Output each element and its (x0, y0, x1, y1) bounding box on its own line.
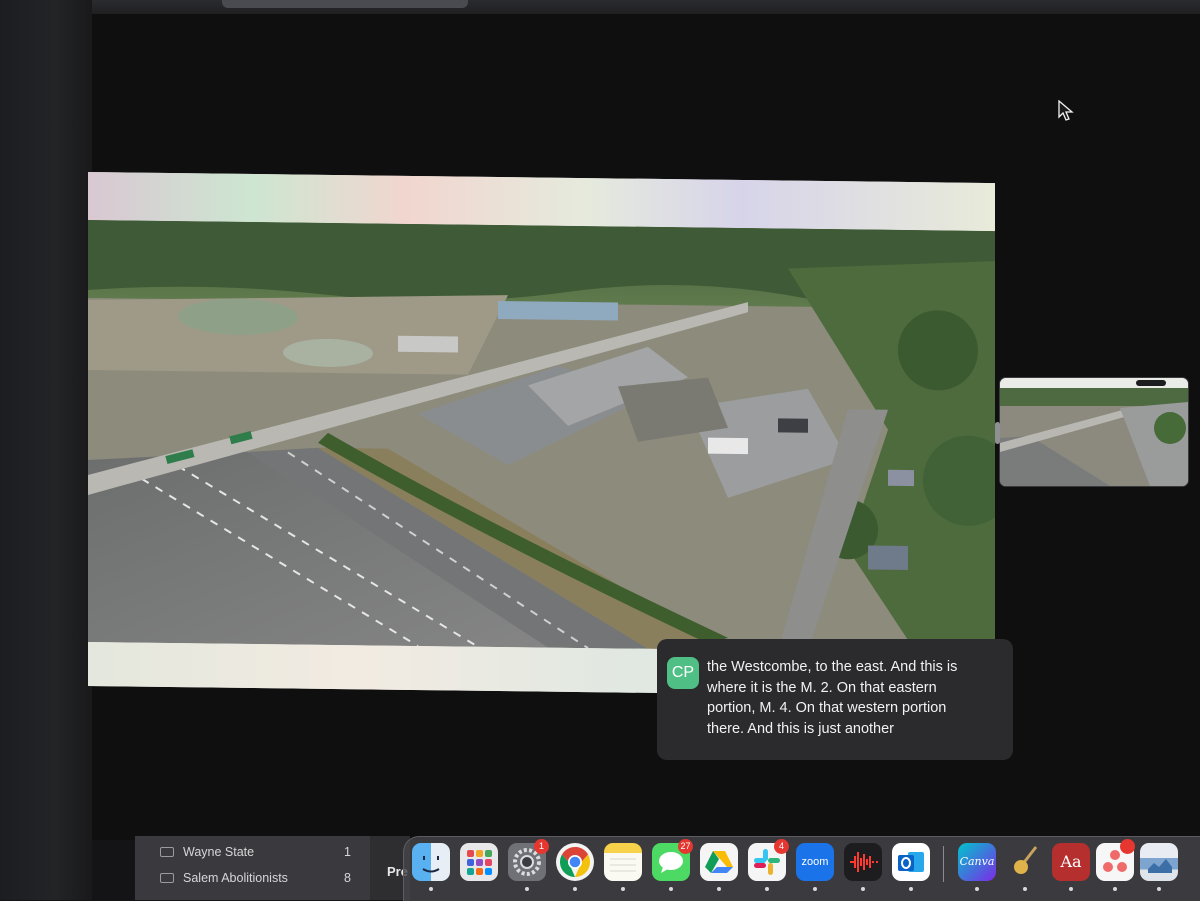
folder-count: 8 (344, 871, 351, 885)
zoom-icon[interactable]: zoom (796, 843, 834, 881)
running-indicator (813, 887, 817, 891)
folder-count: 1 (344, 845, 351, 859)
comet-icon[interactable] (1006, 843, 1044, 881)
running-indicator (525, 887, 529, 891)
dock-separator (943, 846, 944, 882)
canva-label: Canva (959, 855, 995, 868)
messages-badge: 27 (678, 839, 693, 854)
thumbnail-drag-handle[interactable] (995, 422, 1000, 444)
folder-row-salem-abolitionists[interactable]: Salem Abolitionists 8 (160, 869, 360, 887)
aerial-photo (88, 220, 995, 654)
running-indicator (1157, 887, 1161, 891)
running-indicator (1023, 887, 1027, 891)
running-indicator (975, 887, 979, 891)
thumbnail-badge (1136, 380, 1166, 386)
running-indicator (573, 887, 577, 891)
notes-icon[interactable] (604, 843, 642, 881)
speaker-avatar: CP (667, 657, 699, 689)
folder-icon (160, 847, 174, 857)
preview-icon[interactable] (1140, 843, 1178, 881)
folder-label: Salem Abolitionists (183, 871, 288, 885)
running-indicator (429, 887, 433, 891)
running-indicator (861, 887, 865, 891)
drive-icon[interactable] (700, 843, 738, 881)
running-indicator (1069, 887, 1073, 891)
folder-row-wayne-state[interactable]: Wayne State 1 (160, 843, 360, 861)
settings-badge: 1 (534, 839, 549, 854)
folder-label: Wayne State (183, 845, 255, 859)
running-indicator (621, 887, 625, 891)
caption-text: the Westcombe, to the east. And this is … (707, 657, 1007, 739)
outlook-icon[interactable] (892, 843, 930, 881)
monitor-bezel-left (0, 0, 92, 900)
canva-icon[interactable]: Canva (958, 843, 996, 881)
running-indicator (717, 887, 721, 891)
zoom-label: zoom (801, 856, 829, 868)
caption-line: there. And this is just another (707, 720, 894, 737)
launchpad-icon[interactable] (460, 843, 498, 881)
slack-badge: 4 (774, 839, 789, 854)
menu-bar-pill (222, 0, 468, 8)
finder-icon[interactable] (412, 843, 450, 881)
running-indicator (765, 887, 769, 891)
mouse-cursor-icon (1058, 100, 1074, 121)
voice-memos-icon[interactable] (844, 843, 882, 881)
caption-line: the Westcombe, to the east. And this is (707, 659, 958, 675)
live-caption-bubble: CP the Westcombe, to the east. And this … (657, 639, 1013, 760)
dictionary-label: Aa (1060, 852, 1082, 871)
shared-slide (88, 172, 995, 698)
thumbnail-aerial (1000, 388, 1188, 486)
running-indicator (669, 887, 673, 891)
caption-line: portion, M. 4. On that western portion (707, 700, 947, 716)
running-indicator (909, 887, 913, 891)
chrome-icon[interactable] (556, 843, 594, 881)
caption-line: where it is the M. 2. On that eastern (707, 679, 937, 696)
asana-badge (1120, 839, 1135, 854)
slide-thumbnail[interactable] (1000, 378, 1188, 486)
folder-icon (160, 873, 174, 883)
dictionary-icon[interactable]: Aa (1052, 843, 1090, 881)
running-indicator (1113, 887, 1117, 891)
